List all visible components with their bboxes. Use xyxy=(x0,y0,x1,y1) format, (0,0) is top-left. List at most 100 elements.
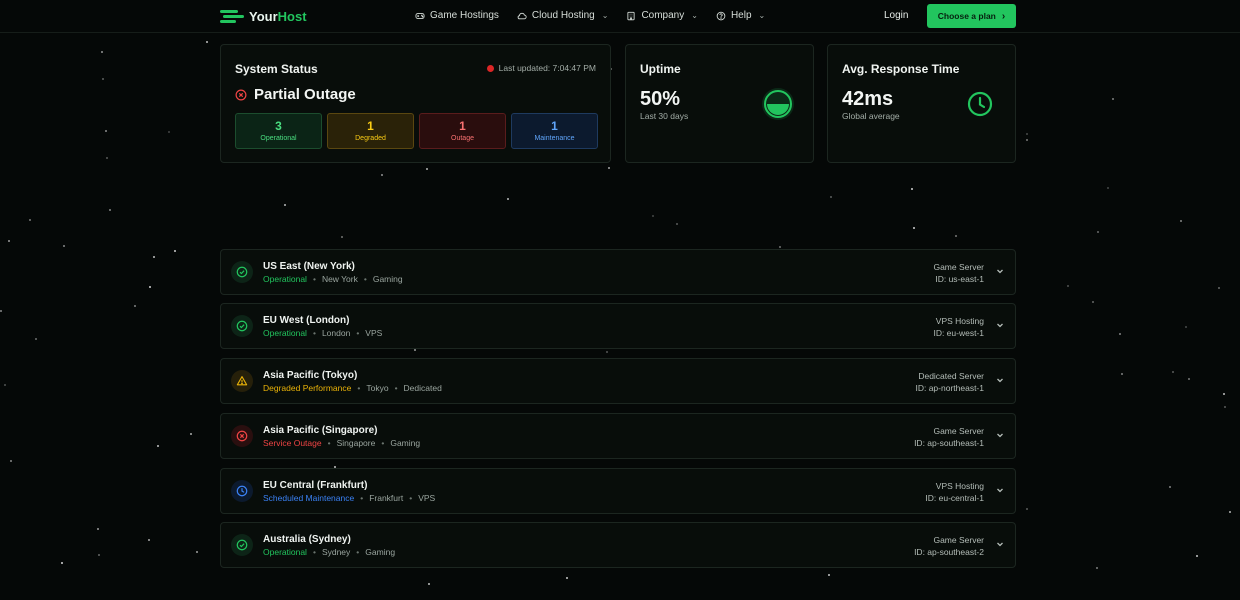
star xyxy=(1026,139,1028,141)
star xyxy=(196,551,198,553)
chevron-down-icon[interactable] xyxy=(995,266,1005,276)
overall-status-text: Partial Outage xyxy=(254,86,356,103)
status-icon-wrapper xyxy=(231,425,253,447)
nav-item-game-hostings[interactable]: Game Hostings xyxy=(415,10,499,21)
star xyxy=(0,310,2,312)
status-icon-wrapper xyxy=(231,534,253,556)
separator: • xyxy=(327,438,331,448)
status-icon-wrapper xyxy=(231,261,253,283)
star xyxy=(35,338,37,340)
count-label: Maintenance xyxy=(534,135,575,142)
star xyxy=(1026,508,1028,510)
response-time-card: Avg. Response Time 42ms Global average xyxy=(827,44,1016,163)
star xyxy=(1185,326,1187,328)
server-location: Sydney xyxy=(321,547,351,557)
star xyxy=(190,433,192,435)
server-type: Game Server xyxy=(933,426,984,436)
server-id: ID: ap-southeast-1 xyxy=(914,438,984,448)
chevron-down-icon[interactable] xyxy=(995,485,1005,495)
server-row-tokyo[interactable]: Asia Pacific (Tokyo) Degraded Performanc… xyxy=(220,358,1016,404)
star xyxy=(4,384,6,386)
star xyxy=(1026,133,1028,135)
server-type: Dedicated Server xyxy=(918,371,984,381)
star xyxy=(1229,511,1231,513)
count-label: Operational xyxy=(260,135,297,142)
star xyxy=(676,223,678,225)
uptime-value: 50% xyxy=(640,88,681,110)
uptime-period: Last 30 days xyxy=(640,111,689,121)
clock-icon xyxy=(236,485,248,497)
star xyxy=(157,445,159,447)
server-meta: Operational • New York • Gaming xyxy=(263,274,403,284)
star xyxy=(1112,98,1114,100)
server-type: VPS Hosting xyxy=(935,316,984,326)
status-icon-wrapper xyxy=(231,315,253,337)
star xyxy=(206,41,208,43)
chevron-down-icon[interactable] xyxy=(995,539,1005,549)
server-id: ID: eu-central-1 xyxy=(925,493,984,503)
star xyxy=(566,577,568,579)
uptime-card: Uptime 50% Last 30 days xyxy=(625,44,814,163)
uptime-title: Uptime xyxy=(640,62,681,76)
server-row-eu-west[interactable]: EU West (London) Operational • London • VP… xyxy=(220,303,1016,349)
check-circle-icon xyxy=(236,266,248,278)
star xyxy=(134,305,136,307)
count-operational: 3 Operational xyxy=(235,113,322,149)
choose-plan-button[interactable]: Choose a plan › xyxy=(927,4,1016,28)
star xyxy=(414,349,416,351)
chevron-down-icon[interactable] xyxy=(995,375,1005,385)
server-location: London xyxy=(321,328,351,338)
star xyxy=(1067,285,1069,287)
server-name: Asia Pacific (Singapore) xyxy=(263,425,378,436)
system-status-title: System Status xyxy=(235,62,318,76)
server-meta: Operational • Sydney • Gaming xyxy=(263,547,395,557)
chevron-down-icon: ⌄ xyxy=(691,11,698,20)
star xyxy=(109,209,111,211)
count-label: Outage xyxy=(451,135,474,142)
server-category: Dedicated xyxy=(403,383,442,393)
server-row-sydney[interactable]: Australia (Sydney) Operational • Sydney • … xyxy=(220,522,1016,568)
server-row-frankfurt[interactable]: EU Central (Frankfurt) Scheduled Mainten… xyxy=(220,468,1016,514)
star xyxy=(1224,406,1226,408)
separator: • xyxy=(360,493,364,503)
separator: • xyxy=(356,328,360,338)
nav-item-company[interactable]: Company ⌄ xyxy=(626,10,698,21)
star xyxy=(779,246,781,248)
logo[interactable]: YourHost xyxy=(220,9,307,24)
star xyxy=(1096,567,1098,569)
server-row-singapore[interactable]: Asia Pacific (Singapore) Service Outage •… xyxy=(220,413,1016,459)
response-time-value: 42ms xyxy=(842,88,894,110)
cloud-icon xyxy=(517,12,527,19)
chevron-right-icon: › xyxy=(1001,10,1006,22)
star xyxy=(61,562,63,564)
server-row-us-east[interactable]: US East (New York) Operational • New York… xyxy=(220,249,1016,295)
star xyxy=(426,168,428,170)
server-id: ID: ap-southeast-2 xyxy=(914,547,984,557)
logo-icon xyxy=(220,9,244,24)
star xyxy=(913,227,915,229)
live-indicator-icon xyxy=(486,64,494,72)
server-category: Gaming xyxy=(365,547,396,557)
warning-triangle-icon xyxy=(236,376,248,386)
response-time-sub: Global average xyxy=(842,111,900,121)
star xyxy=(168,131,170,133)
nav-item-help[interactable]: Help ⌄ xyxy=(716,10,765,21)
server-category: Gaming xyxy=(390,438,421,448)
server-status: Operational xyxy=(263,547,307,557)
star xyxy=(29,219,31,221)
login-link[interactable]: Login xyxy=(884,10,908,21)
server-name: Asia Pacific (Tokyo) xyxy=(263,370,358,381)
server-id: ID: us-east-1 xyxy=(935,274,984,284)
star xyxy=(1097,231,1099,233)
nav-item-cloud-hosting[interactable]: Cloud Hosting ⌄ xyxy=(517,10,608,21)
star xyxy=(1188,378,1190,380)
nav-item-label: Help xyxy=(730,10,752,21)
server-type: Game Server xyxy=(933,262,984,272)
server-status: Operational xyxy=(263,274,307,284)
chevron-down-icon[interactable] xyxy=(995,430,1005,440)
chevron-down-icon[interactable] xyxy=(995,320,1005,330)
count-maintenance: 1 Maintenance xyxy=(511,113,598,149)
star xyxy=(102,78,104,80)
star xyxy=(98,554,100,556)
check-circle-icon xyxy=(236,539,248,551)
